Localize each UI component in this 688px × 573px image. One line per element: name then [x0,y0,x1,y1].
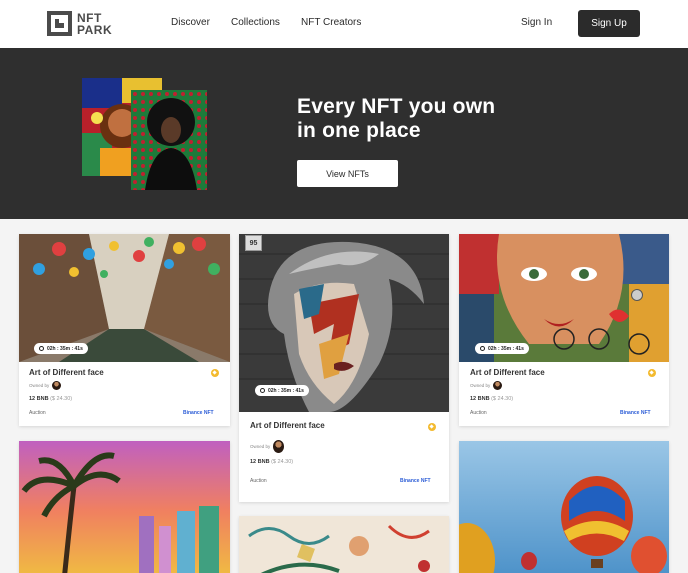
logo-line1: NFT [77,10,102,25]
owner-avatar[interactable] [273,440,285,453]
price-usd: ($ 24.30) [271,459,294,465]
owner-avatar[interactable] [493,381,503,390]
timer-text: 02h : 35m : 41s [488,345,524,352]
bnb-icon [428,423,436,431]
price-value: 12 BNB [250,459,270,465]
network-link[interactable]: Binance NFT [620,410,651,416]
owned-by-label: Owned by [470,383,491,388]
hero-artwork-portrait [131,90,207,190]
owner-avatar[interactable] [52,381,62,390]
network-link[interactable]: Binance NFT [400,478,431,484]
card-price: 12 BNB ($ 24.30) [250,459,293,465]
nav-link-nft-creators[interactable]: NFT Creators [301,17,361,28]
sale-type: Auction [470,410,487,416]
network-link[interactable]: Binance NFT [183,410,214,416]
logo[interactable]: NFT PARK [47,11,117,36]
clock-icon [39,346,44,351]
price-usd: ($ 24.30) [491,396,514,402]
number-tag: 95 [245,235,262,251]
clock-icon [480,346,485,351]
card-title[interactable]: Art of Different face [470,368,545,377]
owned-by: Owned by [470,381,503,390]
sale-type: Auction [29,410,46,416]
owned-by-label: Owned by [250,444,271,449]
nft-card[interactable]: 95 02h : 35m : 41s Art of Different face… [239,234,449,502]
price-value: 12 BNB [470,396,490,402]
card-price: 12 BNB ($ 24.30) [29,396,72,402]
card-title[interactable]: Art of Different face [250,421,325,430]
sale-type: Auction [250,478,267,484]
timer-text: 02h : 35m : 41s [268,387,304,394]
timer-text: 02h : 35m : 41s [47,345,83,352]
hero-title-line1: Every NFT you own [297,95,496,118]
nft-card[interactable] [19,441,230,573]
hero-banner: Every NFT you own in one place View NFTs [0,48,688,219]
nft-card[interactable] [459,441,669,573]
owned-by-label: Owned by [29,383,50,388]
nft-image-hot-air-balloons [459,441,669,573]
price-value: 12 BNB [29,396,49,402]
nft-image-palm-sunset [19,441,230,573]
price-usd: ($ 24.30) [50,396,73,402]
owned-by: Owned by [250,440,285,453]
nft-image-abstract-pattern [239,516,449,573]
sign-up-button[interactable]: Sign Up [578,10,640,37]
auction-timer: 02h : 35m : 41s [255,385,309,396]
auction-timer: 02h : 35m : 41s [475,343,529,354]
hero-title: Every NFT you own in one place [297,95,557,143]
top-nav: NFT PARK Discover Collections NFT Creato… [0,0,688,48]
hero-title-line2: in one place [297,119,421,142]
logo-badge-icon [631,289,643,301]
sign-in-link[interactable]: Sign In [521,17,552,28]
nft-card[interactable]: 02h : 35m : 41s Art of Different face Ow… [19,234,230,426]
card-price: 12 BNB ($ 24.30) [470,396,513,402]
logo-line2: PARK [77,22,113,37]
nft-card[interactable] [239,516,449,573]
bnb-icon [211,369,219,377]
logo-text: NFT PARK [77,12,117,36]
view-nfts-button[interactable]: View NFTs [297,160,398,187]
clock-icon [260,388,265,393]
nft-card[interactable]: 02h : 35m : 41s Art of Different face Ow… [459,234,669,426]
auction-timer: 02h : 35m : 41s [34,343,88,354]
card-title[interactable]: Art of Different face [29,368,104,377]
owned-by: Owned by [29,381,62,390]
nav-link-discover[interactable]: Discover [171,17,210,28]
nav-link-collections[interactable]: Collections [231,17,280,28]
logo-icon [47,11,72,36]
bnb-icon [648,369,656,377]
